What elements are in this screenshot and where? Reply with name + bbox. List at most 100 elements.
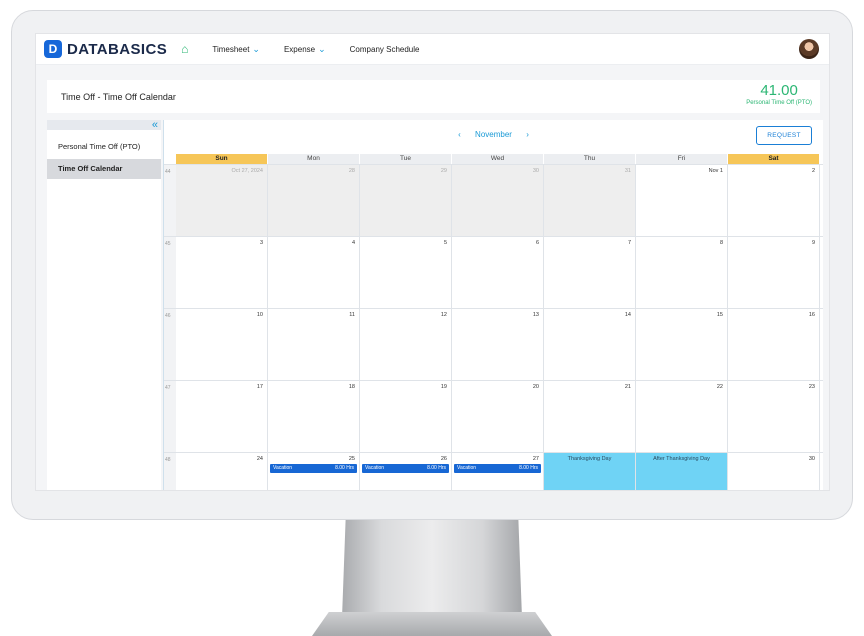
day-cell[interactable]: Nov 1 xyxy=(636,165,728,236)
day-cell[interactable]: 25 Vacation 8.00 Hrs xyxy=(268,453,360,490)
day-cell[interactable]: 20 xyxy=(452,381,544,452)
day-number: 22 xyxy=(716,384,723,390)
time-off-calendar: ‹ November › REQUEST Sun Mon Tue Wed Thu… xyxy=(163,120,823,490)
week-number: 45 xyxy=(164,237,176,308)
day-cell[interactable]: 26 Vacation 8.00 Hrs xyxy=(360,453,452,490)
calendar-header: ‹ November › REQUEST xyxy=(164,120,823,154)
nav-company-schedule[interactable]: Company Schedule xyxy=(350,45,420,54)
day-cell[interactable]: 6 xyxy=(452,237,544,308)
holiday-cell[interactable]: Thanksgiving Day xyxy=(544,453,636,490)
day-number: 14 xyxy=(624,312,631,318)
day-cell[interactable]: 11 xyxy=(268,309,360,380)
day-cell[interactable]: 10 xyxy=(176,309,268,380)
event-hours: 8.00 Hrs xyxy=(427,465,446,471)
day-number: 12 xyxy=(440,312,447,318)
month-navigator: ‹ November › xyxy=(164,130,823,139)
calendar-grid: Sun Mon Tue Wed Thu Fri Sat 44 Oct 27, 2… xyxy=(164,154,823,490)
day-cell[interactable]: 22 xyxy=(636,381,728,452)
day-cell[interactable]: 15 xyxy=(636,309,728,380)
home-icon[interactable]: ⌂ xyxy=(181,42,188,56)
weekday-tue: Tue xyxy=(360,154,452,164)
app-screen: D DATABASICS ⌂ Timesheet ⌄ Expense ⌄ Com… xyxy=(35,33,830,491)
day-number: 30 xyxy=(808,456,815,462)
chevron-down-icon: ⌄ xyxy=(318,43,326,54)
vacation-event[interactable]: Vacation 8.00 Hrs xyxy=(362,464,449,473)
next-month-icon[interactable]: › xyxy=(526,130,529,139)
nav-expense[interactable]: Expense ⌄ xyxy=(284,44,326,55)
day-cell[interactable]: 3 xyxy=(176,237,268,308)
weekday-header-row: Sun Mon Tue Wed Thu Fri Sat xyxy=(164,154,823,164)
day-cell[interactable]: 31 xyxy=(544,165,636,236)
collapse-icon[interactable]: « xyxy=(152,119,158,131)
week-number: 44 xyxy=(164,165,176,236)
week-row: 47 17 18 19 20 21 22 23 xyxy=(164,380,823,452)
day-cell[interactable]: 18 xyxy=(268,381,360,452)
request-button[interactable]: REQUEST xyxy=(756,126,812,145)
sidebar-item-time-off-calendar[interactable]: Time Off Calendar xyxy=(47,159,161,179)
prev-month-icon[interactable]: ‹ xyxy=(458,130,461,139)
day-cell[interactable]: 7 xyxy=(544,237,636,308)
vacation-event[interactable]: Vacation 8.00 Hrs xyxy=(454,464,541,473)
week-row: 45 3 4 5 6 7 8 9 xyxy=(164,236,823,308)
day-cell[interactable]: 9 xyxy=(728,237,820,308)
day-number: 2 xyxy=(811,168,815,174)
day-number: 28 xyxy=(348,168,355,174)
day-number: 24 xyxy=(256,456,263,462)
event-hours: 8.00 Hrs xyxy=(519,465,538,471)
user-avatar[interactable] xyxy=(799,39,819,59)
day-cell[interactable]: 8 xyxy=(636,237,728,308)
day-cell[interactable]: 2 xyxy=(728,165,820,236)
day-number: 29 xyxy=(440,168,447,174)
day-cell[interactable]: 14 xyxy=(544,309,636,380)
nav-expense-label: Expense xyxy=(283,44,316,54)
event-type: Vacation xyxy=(273,465,293,471)
brand-logo[interactable]: D DATABASICS xyxy=(44,40,167,58)
day-cell[interactable]: 30 xyxy=(452,165,544,236)
chevron-down-icon: ⌄ xyxy=(252,43,260,54)
day-cell[interactable]: 5 xyxy=(360,237,452,308)
day-cell[interactable]: 28 xyxy=(268,165,360,236)
day-cell[interactable]: 12 xyxy=(360,309,452,380)
sidebar-collapse-bar: « xyxy=(47,119,161,131)
sidebar: « Personal Time Off (PTO) Time Off Calen… xyxy=(47,119,161,490)
week-number-gutter xyxy=(164,154,176,164)
day-number: 19 xyxy=(440,384,447,390)
page-header: Time Off - Time Off Calendar 41.00 Perso… xyxy=(47,80,820,113)
holiday-cell[interactable]: After Thanksgiving Day xyxy=(636,453,728,490)
nav-timesheet-label: Timesheet xyxy=(212,44,250,54)
day-cell[interactable]: 13 xyxy=(452,309,544,380)
day-cell[interactable]: 27 Vacation 8.00 Hrs xyxy=(452,453,544,490)
week-row: 44 Oct 27, 2024 28 29 30 31 Nov 1 2 xyxy=(164,164,823,236)
weekday-thu: Thu xyxy=(544,154,636,164)
day-number: 16 xyxy=(808,312,815,318)
weekday-mon: Mon xyxy=(268,154,360,164)
weekday-fri: Fri xyxy=(636,154,728,164)
month-label: November xyxy=(475,130,512,139)
day-number: 7 xyxy=(627,240,631,246)
nav-timesheet[interactable]: Timesheet ⌄ xyxy=(212,44,260,55)
holiday-name: Thanksgiving Day xyxy=(567,456,612,462)
day-number: 4 xyxy=(351,240,355,246)
day-cell[interactable]: 30 xyxy=(728,453,820,490)
weekday-sat: Sat xyxy=(728,154,820,164)
day-cell[interactable]: 23 xyxy=(728,381,820,452)
day-number: 3 xyxy=(259,240,263,246)
day-cell[interactable]: 19 xyxy=(360,381,452,452)
day-cell[interactable]: 16 xyxy=(728,309,820,380)
day-number: 26 xyxy=(440,456,447,462)
day-number: 13 xyxy=(532,312,539,318)
vacation-event[interactable]: Vacation 8.00 Hrs xyxy=(270,464,357,473)
day-cell[interactable]: 21 xyxy=(544,381,636,452)
week-number: 46 xyxy=(164,309,176,380)
day-cell[interactable]: 4 xyxy=(268,237,360,308)
event-hours: 8.00 Hrs xyxy=(335,465,354,471)
day-cell[interactable]: 29 xyxy=(360,165,452,236)
sidebar-item-pto[interactable]: Personal Time Off (PTO) xyxy=(47,137,161,157)
day-cell[interactable]: Oct 27, 2024 xyxy=(176,165,268,236)
day-cell[interactable]: 24 xyxy=(176,453,268,490)
day-cell[interactable]: 17 xyxy=(176,381,268,452)
week-row: 48 24 25 Vacation 8.00 Hrs 26 Vacation 8… xyxy=(164,452,823,490)
day-number: 25 xyxy=(348,456,355,462)
monitor-frame: D DATABASICS ⌂ Timesheet ⌄ Expense ⌄ Com… xyxy=(11,10,853,520)
day-number: 8 xyxy=(719,240,723,246)
